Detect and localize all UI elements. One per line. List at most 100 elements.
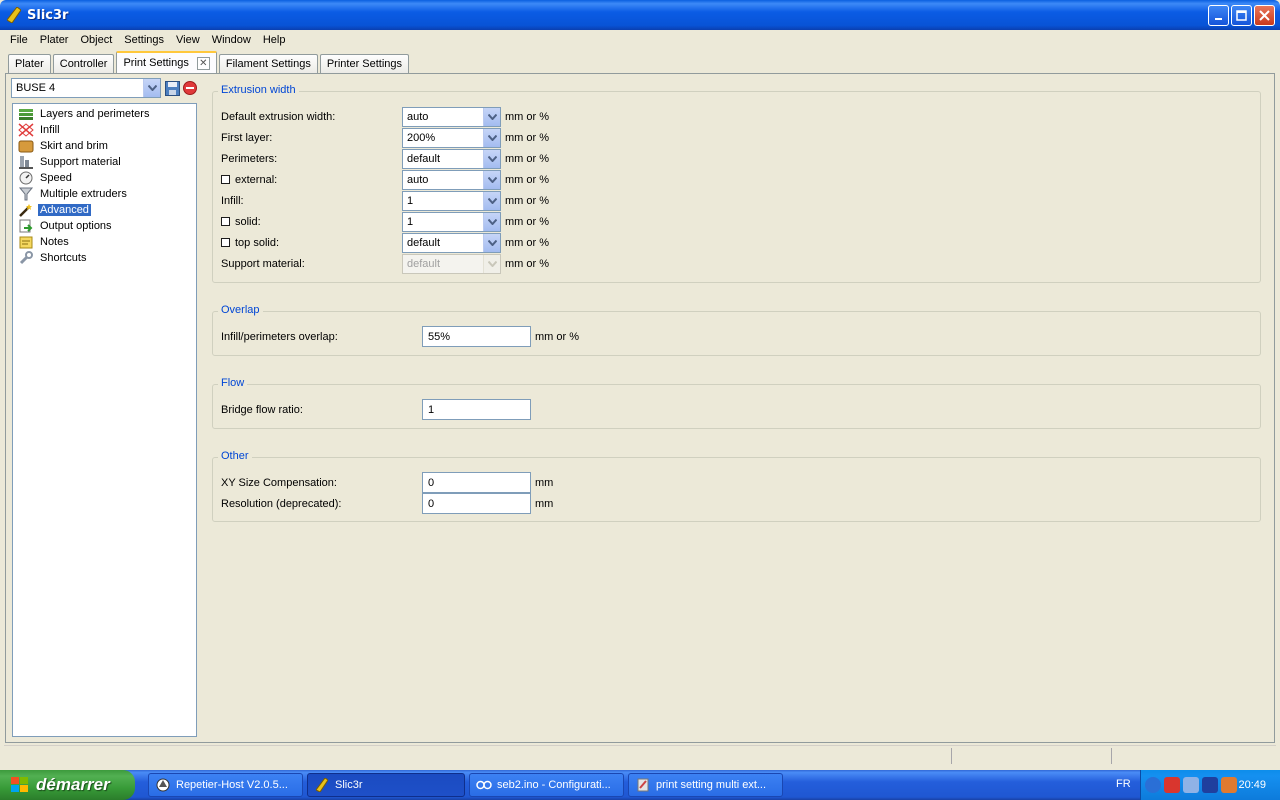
tree-item-label: Speed <box>40 172 72 184</box>
solid-infill-width-select[interactable]: 1 <box>402 211 501 232</box>
option-label: Default extrusion width: <box>221 110 336 123</box>
speed-icon <box>18 171 34 185</box>
option-label: Infill: <box>221 194 244 207</box>
tab-controller[interactable]: Controller <box>52 54 115 73</box>
task-label: print setting multi ext... <box>656 779 767 791</box>
close-tab-icon[interactable]: ✕ <box>196 56 210 70</box>
group-title: Overlap <box>218 304 263 316</box>
solid-checkbox[interactable] <box>221 216 230 226</box>
tree-item-infill[interactable]: Infill <box>13 122 196 138</box>
option-label: Resolution (deprecated): <box>221 497 342 510</box>
option-label: XY Size Compensation: <box>221 476 337 489</box>
chevron-down-icon <box>483 149 500 168</box>
menu-help[interactable]: Help <box>257 34 292 46</box>
close-button[interactable] <box>1254 5 1275 26</box>
save-preset-button[interactable] <box>164 80 180 96</box>
option-label: Bridge flow ratio: <box>221 403 303 416</box>
antivirus-icon[interactable] <box>1164 777 1180 793</box>
group-flow: Flow Bridge flow ratio: 1 <box>212 377 1261 429</box>
output-icon <box>18 219 34 233</box>
resolution-input[interactable]: 0 <box>422 493 531 514</box>
unit-label: mm or % <box>505 215 549 228</box>
unit-label: mm <box>535 476 554 489</box>
maximize-button[interactable] <box>1231 5 1252 26</box>
tree-item-label: Infill <box>40 124 60 136</box>
tree-item-label: Support material <box>40 156 121 168</box>
xy-size-compensation-input[interactable]: 0 <box>422 472 531 493</box>
tree-item-label: Advanced <box>38 204 91 216</box>
network-icon[interactable] <box>1183 777 1199 793</box>
perimeters-width-select[interactable]: default <box>402 148 501 169</box>
unit-label: mm or % <box>505 173 549 186</box>
minimize-button[interactable] <box>1208 5 1229 26</box>
tree-item-shortcuts[interactable]: Shortcuts <box>13 250 196 266</box>
option-label: First layer: <box>221 131 273 144</box>
tree-item-label: Notes <box>40 236 69 248</box>
top-solid-checkbox[interactable] <box>221 237 230 247</box>
menu-file[interactable]: File <box>4 34 34 46</box>
default-extrusion-width-select[interactable]: auto <box>402 106 501 127</box>
language-indicator[interactable]: FR <box>1116 778 1131 790</box>
unit-label: mm <box>535 497 554 510</box>
menu-window[interactable]: Window <box>206 34 257 46</box>
external-perimeters-width-select[interactable]: auto <box>402 169 501 190</box>
menu-settings[interactable]: Settings <box>118 34 170 46</box>
group-title: Flow <box>218 377 248 389</box>
tree-item-label: Shortcuts <box>40 252 87 264</box>
bridge-flow-ratio-input[interactable]: 1 <box>422 399 531 420</box>
taskbar-item-slic3r[interactable]: Slic3r <box>307 773 465 797</box>
display-icon[interactable] <box>1202 777 1218 793</box>
tree-item-layers[interactable]: Layers and perimeters <box>13 106 196 122</box>
delete-preset-button[interactable] <box>182 80 198 96</box>
wrench-icon <box>18 251 34 265</box>
tree-item-output[interactable]: Output options <box>13 218 196 234</box>
preset-select[interactable]: BUSE 4 <box>11 78 161 98</box>
start-button[interactable]: démarrer <box>0 770 135 800</box>
title-bar[interactable]: Slic3r <box>0 0 1280 30</box>
option-row: Infill: 1 mm or % <box>221 190 549 211</box>
status-divider <box>951 748 952 764</box>
taskbar-item-paint[interactable]: print setting multi ext... <box>628 773 783 797</box>
first-layer-width-select[interactable]: 200% <box>402 127 501 148</box>
chevron-down-icon <box>483 254 500 273</box>
infill-perimeters-overlap-input[interactable]: 55% <box>422 326 531 347</box>
taskbar-item-repetier[interactable]: Repetier-Host V2.0.5... <box>148 773 303 797</box>
note-icon <box>18 235 34 249</box>
taskbar-item-arduino[interactable]: seb2.ino - Configurati... <box>469 773 624 797</box>
tree-item-support[interactable]: Support material <box>13 154 196 170</box>
start-label: démarrer <box>36 775 110 794</box>
select-value: 1 <box>407 215 414 228</box>
tree-item-label: Layers and perimeters <box>40 108 150 120</box>
infill-width-select[interactable]: 1 <box>402 190 501 211</box>
tab-label: Controller <box>59 58 108 70</box>
tab-filament-settings[interactable]: Filament Settings <box>218 54 318 73</box>
tab-plater[interactable]: Plater <box>8 54 51 73</box>
option-row: Perimeters: default mm or % <box>221 148 549 169</box>
chevron-down-icon <box>143 79 160 97</box>
menu-object[interactable]: Object <box>74 34 118 46</box>
tree-item-advanced[interactable]: Advanced <box>13 202 196 218</box>
unit-label: mm or % <box>505 110 549 123</box>
menu-view[interactable]: View <box>170 34 206 46</box>
tree-item-notes[interactable]: Notes <box>13 234 196 250</box>
preset-value: BUSE 4 <box>16 82 56 94</box>
save-icon <box>164 80 180 96</box>
funnel-icon <box>18 187 34 201</box>
tab-print-settings[interactable]: Print Settings ✕ <box>116 51 217 73</box>
menu-plater[interactable]: Plater <box>34 34 75 46</box>
taskbar: démarrer Repetier-Host V2.0.5... Slic3r … <box>0 770 1280 800</box>
clock[interactable]: 20:49 <box>1238 779 1266 791</box>
tray-app-icon[interactable] <box>1221 777 1237 793</box>
top-solid-infill-width-select[interactable]: default <box>402 232 501 253</box>
group-overlap: Overlap Infill/perimeters overlap: 55% m… <box>212 304 1261 356</box>
group-other: Other XY Size Compensation: 0 mm Resolut… <box>212 450 1261 522</box>
tree-item-skirt[interactable]: Skirt and brim <box>13 138 196 154</box>
tree-item-multiple-extruders[interactable]: Multiple extruders <box>13 186 196 202</box>
main-tabs: Plater Controller Print Settings ✕ Filam… <box>8 51 411 73</box>
tab-printer-settings[interactable]: Printer Settings <box>319 54 410 73</box>
external-checkbox[interactable] <box>221 174 230 184</box>
select-value: default <box>407 236 441 249</box>
repetier-icon <box>155 777 171 793</box>
expand-tray-icon[interactable] <box>1145 777 1161 793</box>
tree-item-speed[interactable]: Speed <box>13 170 196 186</box>
